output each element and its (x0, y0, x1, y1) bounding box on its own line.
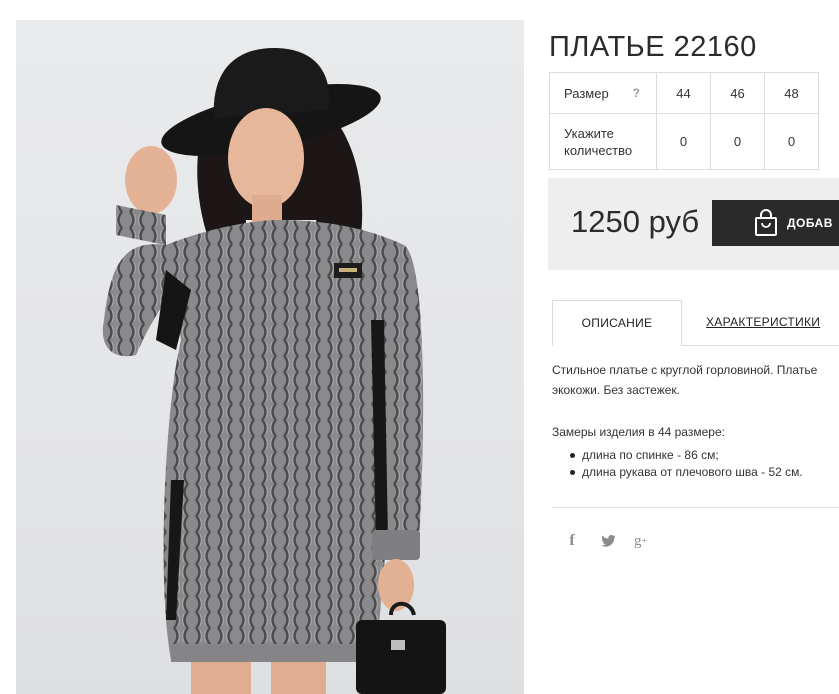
list-item: длина по спинке - 86 см; (570, 447, 803, 464)
quantity-label-line1: Укажите (564, 125, 614, 141)
description-line1: Стильное платье с круглой горловиной. Пл… (552, 363, 818, 377)
shopping-bag-icon (754, 209, 778, 237)
product-photo[interactable] (16, 20, 524, 694)
quantity-label-cell: Укажите количество (549, 113, 657, 170)
model-illustration (102, 48, 446, 694)
divider (552, 507, 839, 508)
quantity-input-48[interactable]: 0 (764, 113, 819, 170)
buy-box: 1250 руб ДОБАВ (548, 178, 839, 270)
list-item: длина рукава от плечового шва - 52 см. (570, 464, 803, 481)
price: 1250 руб (571, 204, 700, 239)
description-line2: экокожи. Без застежек. (552, 383, 680, 397)
size-48: 48 (764, 72, 819, 114)
description-text: Стильное платье с круглой горловиной. Пл… (552, 360, 839, 400)
tab-description[interactable]: ОПИСАНИЕ (552, 300, 682, 346)
size-46: 46 (710, 72, 765, 114)
size-quantity-table: Размер ? 44 46 48 Укажите количество 0 0… (549, 72, 819, 170)
product-page: ПЛАТЬЕ 22160 Размер ? 44 46 48 Укажите к… (0, 0, 839, 694)
measurements-title: Замеры изделия в 44 размере: (552, 425, 725, 439)
size-row: Размер ? 44 46 48 (549, 72, 819, 114)
quantity-row: Укажите количество 0 0 0 (549, 113, 819, 170)
measurements-list: длина по спинке - 86 см; длина рукава от… (570, 447, 803, 481)
size-label: Размер (564, 85, 609, 101)
quantity-label-line2: количество (564, 142, 633, 158)
add-to-cart-button[interactable]: ДОБАВ (712, 200, 839, 246)
product-tabs: ОПИСАНИЕ ХАРАКТЕРИСТИКИ (552, 300, 839, 346)
quantity-input-46[interactable]: 0 (710, 113, 765, 170)
twitter-icon[interactable] (601, 535, 616, 547)
size-help-icon[interactable]: ? (633, 86, 640, 100)
google-plus-letter: g (634, 532, 642, 549)
google-plus-sup: + (641, 535, 648, 547)
facebook-icon[interactable]: f (565, 532, 579, 550)
tab-characteristics[interactable]: ХАРАКТЕРИСТИКИ (692, 300, 839, 344)
product-title: ПЛАТЬЕ 22160 (549, 31, 757, 64)
google-plus-icon[interactable]: g + (634, 533, 647, 550)
social-share: f g + (565, 532, 647, 550)
size-label-cell: Размер ? (549, 72, 657, 114)
size-44: 44 (656, 72, 711, 114)
add-to-cart-label: ДОБАВ (787, 216, 833, 230)
quantity-input-44[interactable]: 0 (656, 113, 711, 170)
